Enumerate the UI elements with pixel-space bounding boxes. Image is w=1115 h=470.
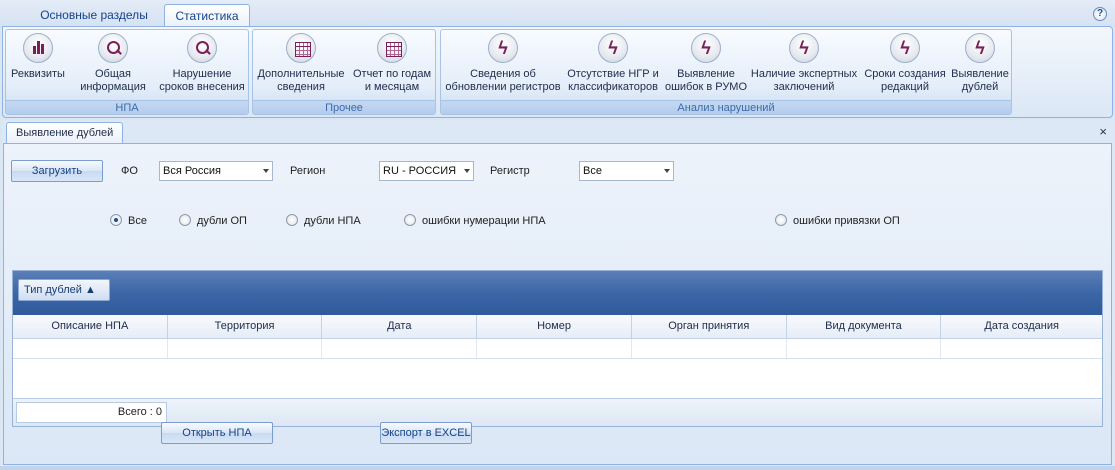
filter-cell[interactable] xyxy=(941,339,1102,358)
additional-info-button[interactable]: Дополнительные сведения xyxy=(255,33,347,99)
export-excel-button[interactable]: Экспорт в EXCEL xyxy=(380,422,472,444)
load-button[interactable]: Загрузить xyxy=(11,160,103,182)
radio-dot xyxy=(404,214,416,226)
deadline-violation-button[interactable]: Нарушение сроков внесения xyxy=(156,33,248,99)
radio-npa-duplicates-label: дубли НПА xyxy=(304,215,361,227)
radio-all-label: Все xyxy=(128,215,147,227)
total-count: Всего : 0 xyxy=(16,402,167,423)
status-strip xyxy=(0,466,1115,470)
bolt-icon xyxy=(598,33,628,63)
group-caption-violations: Анализ нарушений xyxy=(441,100,1011,114)
document-tab-duplicates[interactable]: Выявление дублей xyxy=(6,122,123,144)
radio-all[interactable]: Все xyxy=(110,214,147,228)
radio-binding-errors[interactable]: ошибки привязки ОП xyxy=(775,214,900,228)
report-by-years-button[interactable]: Отчет по годам и месяцам xyxy=(349,33,435,99)
edition-deadlines-button[interactable]: Сроки созданияредакций xyxy=(861,33,949,99)
report-by-years-label: Отчет по годам и месяцам xyxy=(352,68,432,93)
filter-cell[interactable] xyxy=(322,339,478,358)
duplicates-grid: Тип дублей ▲ Описание НПА Территория Дат… xyxy=(12,270,1103,427)
ribbon-tab-strip: Основные разделы Статистика ? xyxy=(0,0,1115,27)
fo-select[interactable]: Вся Россия xyxy=(159,161,273,181)
registry-updates-label: Сведения об обновлении регистров xyxy=(445,68,561,93)
requisites-button[interactable]: Реквизиты xyxy=(8,33,68,99)
column-header[interactable]: Дата создания xyxy=(941,315,1102,339)
column-header[interactable]: Описание НПА xyxy=(13,315,168,339)
ribbon: Реквизиты Общая информация Нарушение сроко… xyxy=(2,26,1113,118)
chevron-down-icon xyxy=(263,169,269,173)
region-value: RU - РОССИЯ xyxy=(383,165,457,177)
radio-binding-errors-label: ошибки привязки ОП xyxy=(793,215,900,227)
close-icon[interactable]: × xyxy=(1099,124,1107,139)
ribbon-group-npa: Реквизиты Общая информация Нарушение сроко… xyxy=(5,29,249,115)
help-icon[interactable]: ? xyxy=(1093,7,1107,21)
expert-conclusions-button[interactable]: Наличие экспертныхзаключений xyxy=(749,33,859,99)
registry-updates-button[interactable]: Сведения обобновлении регистров xyxy=(443,33,563,99)
column-header[interactable]: Дата xyxy=(322,315,478,339)
expert-conclusions-label: Наличие экспертных заключений xyxy=(750,68,858,93)
fo-label: ФО xyxy=(121,165,138,177)
general-info-label: Общая информация xyxy=(80,68,146,93)
register-label: Регистр xyxy=(490,165,530,177)
register-select[interactable]: Все xyxy=(579,161,674,181)
region-label: Регион xyxy=(290,165,326,177)
column-header[interactable]: Вид документа xyxy=(787,315,942,339)
fo-value: Вся Россия xyxy=(163,165,221,177)
filter-cell[interactable] xyxy=(13,339,168,358)
missing-ngr-label: Отсутствие НГР и классификаторов xyxy=(567,68,659,93)
additional-info-label: Дополнительные сведения xyxy=(257,68,345,93)
magnifier-icon xyxy=(98,33,128,63)
filter-row[interactable] xyxy=(13,339,1102,359)
region-select[interactable]: RU - РОССИЯ xyxy=(379,161,474,181)
open-npa-button[interactable]: Открыть НПА xyxy=(161,422,273,444)
tab-main-sections[interactable]: Основные разделы xyxy=(30,4,158,27)
filter-cell[interactable] xyxy=(477,339,632,358)
duplicates-button[interactable]: Выявлениедублей xyxy=(949,33,1011,99)
radio-numbering-errors-label: ошибки нумерации НПА xyxy=(422,215,546,227)
bolt-icon xyxy=(488,33,518,63)
filter-cell[interactable] xyxy=(168,339,323,358)
radio-dot xyxy=(110,214,122,226)
register-value: Все xyxy=(583,165,602,177)
radio-numbering-errors[interactable]: ошибки нумерации НПА xyxy=(404,214,546,228)
filter-cell[interactable] xyxy=(787,339,942,358)
column-header[interactable]: Номер xyxy=(477,315,632,339)
rumo-errors-label: Выявление ошибок в РУМО xyxy=(664,68,748,93)
tab-statistics[interactable]: Статистика xyxy=(164,4,250,27)
general-info-button[interactable]: Общая информация xyxy=(78,33,148,99)
bolt-icon xyxy=(890,33,920,63)
group-caption-npa: НПА xyxy=(6,100,248,114)
duplicates-panel: Загрузить ФО Вся Россия Регион RU - РОСС… xyxy=(3,143,1112,465)
group-by-chip[interactable]: Тип дублей ▲ xyxy=(18,279,110,301)
deadline-violation-label: Нарушение сроков внесения xyxy=(159,68,245,93)
rumo-errors-button[interactable]: Выявлениеошибок в РУМО xyxy=(663,33,749,99)
radio-op-duplicates-label: дубли ОП xyxy=(197,215,247,227)
duplicates-label: Выявление дублей xyxy=(951,68,1009,93)
missing-ngr-button[interactable]: Отсутствие НГР иклассификаторов xyxy=(565,33,661,99)
bolt-icon xyxy=(691,33,721,63)
grid-header: Описание НПА Территория Дата Номер Орган… xyxy=(13,315,1102,339)
filter-cell[interactable] xyxy=(632,339,787,358)
radio-op-duplicates[interactable]: дубли ОП xyxy=(179,214,247,228)
table-icon xyxy=(286,33,316,63)
column-header[interactable]: Орган принятия xyxy=(632,315,787,339)
radio-npa-duplicates[interactable]: дубли НПА xyxy=(286,214,361,228)
ribbon-group-violations: Сведения обобновлении регистров Отсутств… xyxy=(440,29,1012,115)
chevron-down-icon xyxy=(664,169,670,173)
edition-deadlines-label: Сроки создания редакций xyxy=(864,68,946,93)
group-caption-other: Прочее xyxy=(253,100,435,114)
document-area: Выявление дублей × Загрузить ФО Вся Росс… xyxy=(2,120,1113,468)
table-icon xyxy=(377,33,407,63)
chevron-down-icon xyxy=(464,169,470,173)
column-header[interactable]: Территория xyxy=(168,315,323,339)
group-by-panel: Тип дублей ▲ xyxy=(13,271,1102,315)
radio-dot xyxy=(286,214,298,226)
bolt-icon xyxy=(965,33,995,63)
bar-chart-icon xyxy=(23,33,53,63)
ribbon-group-other: Дополнительные сведения Отчет по годам и м… xyxy=(252,29,436,115)
magnifier-icon xyxy=(187,33,217,63)
requisites-label: Реквизиты xyxy=(11,68,65,80)
radio-dot xyxy=(179,214,191,226)
bolt-icon xyxy=(789,33,819,63)
radio-dot xyxy=(775,214,787,226)
